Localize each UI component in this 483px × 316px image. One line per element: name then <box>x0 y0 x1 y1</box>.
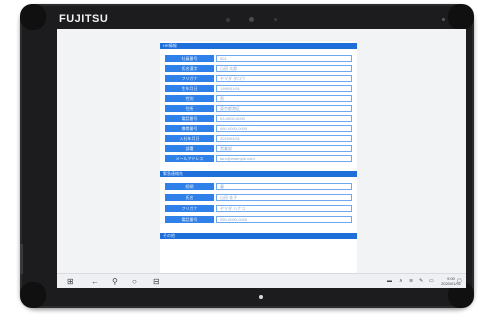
field-input[interactable]: 2015/04/01 <box>216 135 352 142</box>
sensor-left <box>226 18 230 22</box>
screen: HR情報 社員番号 001 氏名漢字 山田 太郎 フリガナ ヤマダ タロウ 生年… <box>57 29 466 288</box>
field-input[interactable]: 1990/01/01 <box>216 85 352 92</box>
home-indicator <box>259 295 263 299</box>
field-input[interactable]: 妻 <box>216 183 352 190</box>
field-label: 性別 <box>165 95 214 102</box>
field-input[interactable]: 山田 太郎 <box>216 65 352 72</box>
field-input[interactable]: 001 <box>216 55 352 62</box>
tray-pen-icon[interactable]: ✎ <box>419 278 423 284</box>
field-input[interactable]: ヤマダ ハナコ <box>216 205 352 212</box>
bumper-top-left <box>20 4 46 30</box>
field-input[interactable]: 東京都港区 <box>216 105 352 112</box>
field-input[interactable]: ヤマダ タロウ <box>216 75 352 82</box>
field-label: 住所 <box>165 105 214 112</box>
field-input[interactable]: 山田 花子 <box>216 194 352 201</box>
task-view-icon[interactable]: ○ <box>132 277 137 286</box>
tray-keyboard-icon[interactable]: ▭ <box>429 278 434 284</box>
tray-battery-icon[interactable]: ▬ <box>387 278 392 284</box>
field-input[interactable]: 090-0000-0000 <box>216 216 352 223</box>
section1-header: HR情報 <box>160 43 357 49</box>
taskbar: ⊞ ← ⚲ ○ ⊟ ▬ ∧ ≋ ✎ ▭ 9:00 2020/01/01 ▢ <box>57 273 466 288</box>
form-page: HR情報 社員番号 001 氏名漢字 山田 太郎 フリガナ ヤマダ タロウ 生年… <box>160 41 357 277</box>
field-input[interactable]: taro@example.com <box>216 155 352 162</box>
grid-icon[interactable]: ⊟ <box>153 277 160 286</box>
field-input[interactable]: 男 <box>216 95 352 102</box>
field-label: 氏名漢字 <box>165 65 214 72</box>
field-label: 氏名 <box>165 194 214 201</box>
bumper-bottom-left <box>20 282 46 308</box>
brand-logo: FUJITSU <box>59 13 109 25</box>
field-label: 部署 <box>165 145 214 152</box>
field-label: フリガナ <box>165 75 214 82</box>
section2-header: 緊急連絡先 <box>160 171 357 177</box>
side-button <box>20 244 23 274</box>
sensor-right <box>274 18 277 21</box>
search-icon[interactable]: ⚲ <box>112 277 118 286</box>
front-camera <box>249 17 254 22</box>
field-label: メールアドレス <box>165 155 214 162</box>
field-label: 電話番号 <box>165 115 214 122</box>
field-input[interactable]: 03-0000-0000 <box>216 115 352 122</box>
field-label: 入社年月日 <box>165 135 214 142</box>
tray-network-icon[interactable]: ∧ <box>399 278 403 284</box>
field-label: フリガナ <box>165 205 214 212</box>
section3-header: その他 <box>160 233 357 239</box>
windows-icon[interactable]: ⊞ <box>67 277 74 286</box>
bumper-top-right <box>448 4 474 30</box>
notification-icon[interactable]: ▢ <box>457 278 462 284</box>
field-label: 携帯番号 <box>165 125 214 132</box>
field-label: 社員番号 <box>165 55 214 62</box>
field-label: 生年月日 <box>165 85 214 92</box>
field-input[interactable]: 090-0000-0000 <box>216 125 352 132</box>
field-label: 続柄 <box>165 183 214 190</box>
tray-wifi-icon[interactable]: ≋ <box>409 278 413 284</box>
rear-indicator <box>442 18 445 21</box>
field-input[interactable]: 営業部 <box>216 145 352 152</box>
back-icon[interactable]: ← <box>91 277 99 286</box>
field-label: 電話番号 <box>165 216 214 223</box>
